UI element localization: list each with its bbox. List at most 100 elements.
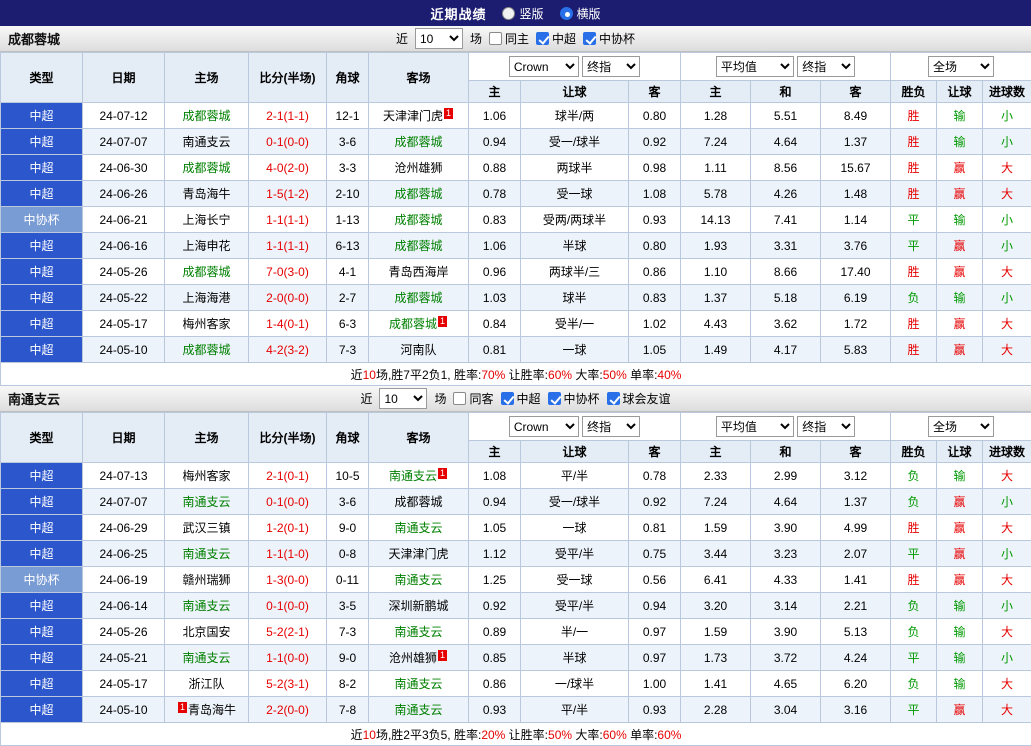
euro-stage-select[interactable]: 终指 [797, 56, 855, 77]
score-cell: 2-0(0-0) [249, 285, 327, 311]
euro-away-odds-cell: 1.48 [821, 181, 891, 207]
asian-away-odds-cell: 0.75 [629, 541, 681, 567]
euro-away-odds-cell: 1.41 [821, 567, 891, 593]
score-cell: 0-1(0-0) [249, 129, 327, 155]
match-count-select[interactable]: 10 [415, 28, 463, 49]
euro-draw-odds-cell: 3.62 [751, 311, 821, 337]
page-title: 近期战绩 [430, 4, 486, 23]
handicap-result-cell: 输 [937, 671, 983, 697]
asian-stage-select[interactable]: 终指 [582, 56, 640, 77]
matches-table: 类型 日期 主场 比分(半场) 角球 客场 Crown 终指 平均值 终指 全场 [0, 412, 1031, 746]
away-team-cell: 成都蓉城 [369, 207, 469, 233]
result-scope-select[interactable]: 全场 [928, 416, 994, 437]
goals-result-cell: 大 [983, 259, 1031, 285]
asian-away-odds-cell: 0.78 [629, 463, 681, 489]
bookmaker-select[interactable]: Crown [509, 416, 579, 437]
layout-radio-horizontal[interactable]: 横版 [560, 5, 601, 22]
result-cell: 胜 [891, 337, 937, 363]
asian-away-odds-cell: 0.92 [629, 129, 681, 155]
euro-draw-odds-cell: 8.56 [751, 155, 821, 181]
filter-bar: 近10场同主中超中协杯 [396, 28, 635, 49]
match-date-cell: 24-05-26 [83, 619, 165, 645]
euro-home-odds-cell: 6.41 [681, 567, 751, 593]
matches-table: 类型 日期 主场 比分(半场) 角球 客场 Crown 终指 平均值 终指 全场 [0, 52, 1031, 386]
euro-draw-odds-cell: 5.51 [751, 103, 821, 129]
filter-checkbox-2[interactable]: 中协杯 [583, 30, 635, 47]
score-cell: 1-2(0-1) [249, 515, 327, 541]
asian-away-odds-cell: 0.86 [629, 259, 681, 285]
match-count-select[interactable]: 10 [379, 388, 427, 409]
result-cell: 平 [891, 541, 937, 567]
euro-home-odds-cell: 3.44 [681, 541, 751, 567]
score-cell: 1-1(1-1) [249, 233, 327, 259]
home-team-cell: 上海海港 [165, 285, 249, 311]
result-cell: 负 [891, 285, 937, 311]
filter-checkbox-3[interactable]: 球会友谊 [607, 390, 671, 407]
asian-stage-select[interactable]: 终指 [582, 416, 640, 437]
match-row: 中超24-07-07南通支云0-1(0-0)3-6成都蓉城0.94受一/球半0.… [1, 129, 1031, 155]
radio-icon [502, 7, 515, 20]
red-card-badge: 1 [444, 108, 453, 119]
euro-away-odds-cell: 3.16 [821, 697, 891, 723]
away-team-cell: 南通支云 [369, 567, 469, 593]
handicap-result-cell: 输 [937, 645, 983, 671]
home-team-cell: 1青岛海牛 [165, 697, 249, 723]
handicap-result-cell: 赢 [937, 515, 983, 541]
match-type-cell: 中超 [1, 593, 83, 619]
match-type-cell: 中超 [1, 671, 83, 697]
bookmaker-select[interactable]: Crown [509, 56, 579, 77]
euro-stage-select[interactable]: 终指 [797, 416, 855, 437]
filter-checkbox-1[interactable]: 中超 [536, 30, 576, 47]
asian-away-odds-cell: 0.93 [629, 207, 681, 233]
match-type-cell: 中超 [1, 489, 83, 515]
euro-home-odds-cell: 1.11 [681, 155, 751, 181]
away-team-cell: 沧州雄狮1 [369, 645, 469, 671]
checkbox-icon [607, 392, 620, 405]
asian-home-odds-cell: 0.78 [469, 181, 521, 207]
away-team-cell: 成都蓉城 [369, 285, 469, 311]
match-date-cell: 24-06-16 [83, 233, 165, 259]
col-asian-away: 客 [629, 441, 681, 463]
result-cell: 负 [891, 593, 937, 619]
match-row: 中超24-06-25南通支云1-1(1-0)0-8天津津门虎1.12受平/半0.… [1, 541, 1031, 567]
euro-draw-odds-cell: 3.31 [751, 233, 821, 259]
col-score: 比分(半场) [249, 413, 327, 463]
result-scope-select[interactable]: 全场 [928, 56, 994, 77]
match-date-cell: 24-06-25 [83, 541, 165, 567]
asian-home-odds-cell: 1.06 [469, 233, 521, 259]
filter-checkbox-0[interactable]: 同客 [453, 390, 493, 407]
handicap-result-cell: 输 [937, 129, 983, 155]
handicap-result-cell: 赢 [937, 155, 983, 181]
match-table-body: 中超24-07-13梅州客家2-1(0-1)10-5南通支云11.08平/半0.… [1, 463, 1031, 723]
goals-result-cell: 大 [983, 181, 1031, 207]
home-team-cell: 南通支云 [165, 645, 249, 671]
match-date-cell: 24-06-30 [83, 155, 165, 181]
euro-average-select[interactable]: 平均值 [716, 56, 794, 77]
euro-away-odds-cell: 6.20 [821, 671, 891, 697]
euro-average-select[interactable]: 平均值 [716, 416, 794, 437]
home-team-cell: 成都蓉城 [165, 259, 249, 285]
layout-radio-vertical[interactable]: 竖版 [502, 5, 543, 22]
score-cell: 1-4(0-1) [249, 311, 327, 337]
asian-home-odds-cell: 1.03 [469, 285, 521, 311]
result-cell: 胜 [891, 311, 937, 337]
result-cell: 平 [891, 207, 937, 233]
filter-checkbox-2[interactable]: 中协杯 [548, 390, 600, 407]
filter-checkbox-0[interactable]: 同主 [489, 30, 529, 47]
checkbox-icon [583, 32, 596, 45]
euro-away-odds-cell: 5.13 [821, 619, 891, 645]
euro-home-odds-cell: 3.20 [681, 593, 751, 619]
goals-result-cell: 大 [983, 567, 1031, 593]
match-type-cell: 中超 [1, 541, 83, 567]
handicap-cell: 受平/半 [521, 541, 629, 567]
euro-away-odds-cell: 15.67 [821, 155, 891, 181]
filter-checkbox-1[interactable]: 中超 [501, 390, 541, 407]
euro-home-odds-cell: 2.33 [681, 463, 751, 489]
away-team-cell: 成都蓉城 [369, 181, 469, 207]
euro-home-odds-cell: 4.43 [681, 311, 751, 337]
match-row: 中协杯24-06-19赣州瑞狮1-3(0-0)0-11南通支云1.25受一球0.… [1, 567, 1031, 593]
corner-cell: 6-3 [327, 311, 369, 337]
away-team-cell: 成都蓉城1 [369, 311, 469, 337]
checkbox-icon [489, 32, 502, 45]
match-type-cell: 中超 [1, 697, 83, 723]
